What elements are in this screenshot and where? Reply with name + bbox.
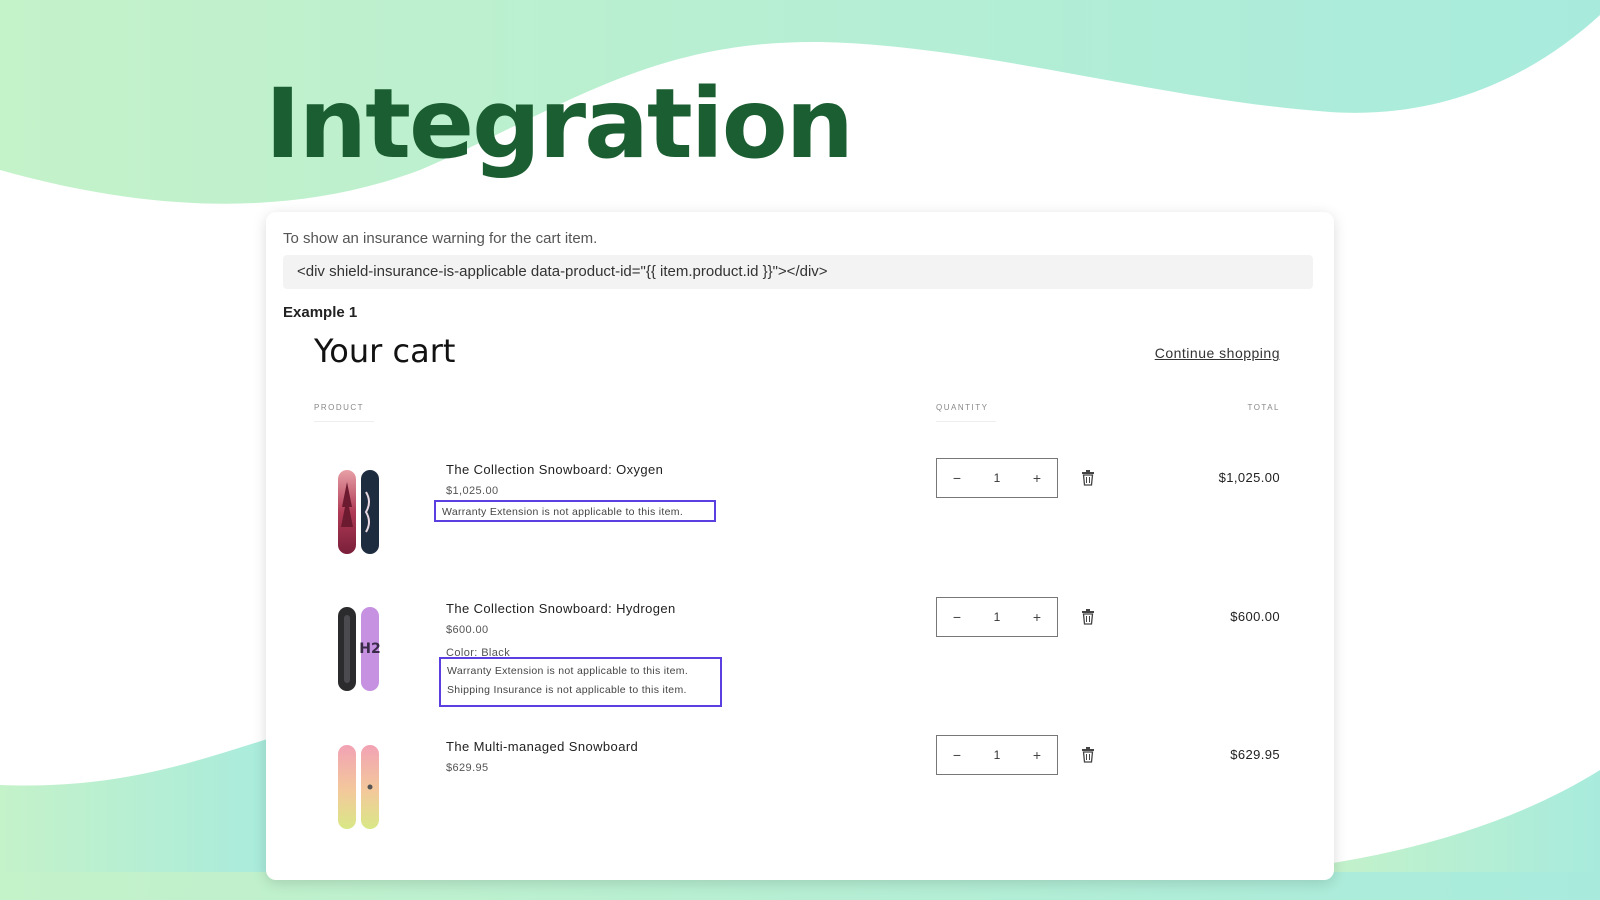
cart-title: Your cart: [314, 332, 456, 370]
svg-text:H2: H2: [359, 641, 380, 657]
page-heading: Integration: [265, 68, 854, 180]
continue-shopping-link[interactable]: Continue shopping: [1155, 345, 1280, 361]
insurance-warning-box: Warranty Extension is not applicable to …: [434, 500, 716, 522]
header-divider: [314, 421, 374, 422]
quantity-stepper: − +: [936, 458, 1058, 498]
item-price: $1,025.00: [446, 485, 499, 497]
column-header-quantity: QUANTITY: [936, 403, 989, 412]
item-price: $600.00: [446, 624, 489, 636]
insurance-warning-box: Warranty Extension is not applicable to …: [439, 657, 722, 707]
decrease-quantity-button[interactable]: −: [937, 736, 977, 774]
line-total: $600.00: [1230, 609, 1280, 624]
item-name[interactable]: The Collection Snowboard: Oxygen: [446, 462, 663, 477]
increase-quantity-button[interactable]: +: [1017, 598, 1057, 636]
warranty-warning: Warranty Extension is not applicable to …: [447, 665, 689, 677]
example-label: Example 1: [283, 304, 358, 321]
increase-quantity-button[interactable]: +: [1017, 736, 1057, 774]
quantity-stepper: − +: [936, 735, 1058, 775]
quantity-input[interactable]: [977, 598, 1017, 636]
integration-card: To show an insurance warning for the car…: [266, 212, 1334, 880]
header-divider: [936, 421, 996, 422]
code-snippet: <div shield-insurance-is-applicable data…: [283, 255, 1313, 289]
column-header-product: PRODUCT: [314, 403, 365, 412]
shipping-insurance-warning: Shipping Insurance is not applicable to …: [447, 684, 687, 696]
decrease-quantity-button[interactable]: −: [937, 459, 977, 497]
quantity-input[interactable]: [977, 736, 1017, 774]
warranty-warning: Warranty Extension is not applicable to …: [442, 506, 684, 518]
line-total: $1,025.00: [1218, 470, 1280, 485]
snowboard-image: [338, 470, 379, 554]
quantity-input[interactable]: [977, 459, 1017, 497]
snowboard-image: [338, 745, 379, 829]
item-price: $629.95: [446, 762, 489, 774]
column-header-total: TOTAL: [1247, 403, 1280, 412]
item-name[interactable]: The Multi-managed Snowboard: [446, 739, 638, 754]
increase-quantity-button[interactable]: +: [1017, 459, 1057, 497]
trash-icon[interactable]: [1081, 470, 1095, 486]
trash-icon[interactable]: [1081, 609, 1095, 625]
decrease-quantity-button[interactable]: −: [937, 598, 977, 636]
intro-text: To show an insurance warning for the car…: [283, 230, 598, 247]
snowboard-image: H2: [338, 607, 381, 691]
trash-icon[interactable]: [1081, 747, 1095, 763]
line-total: $629.95: [1230, 747, 1280, 762]
item-name[interactable]: The Collection Snowboard: Hydrogen: [446, 601, 676, 616]
quantity-stepper: − +: [936, 597, 1058, 637]
